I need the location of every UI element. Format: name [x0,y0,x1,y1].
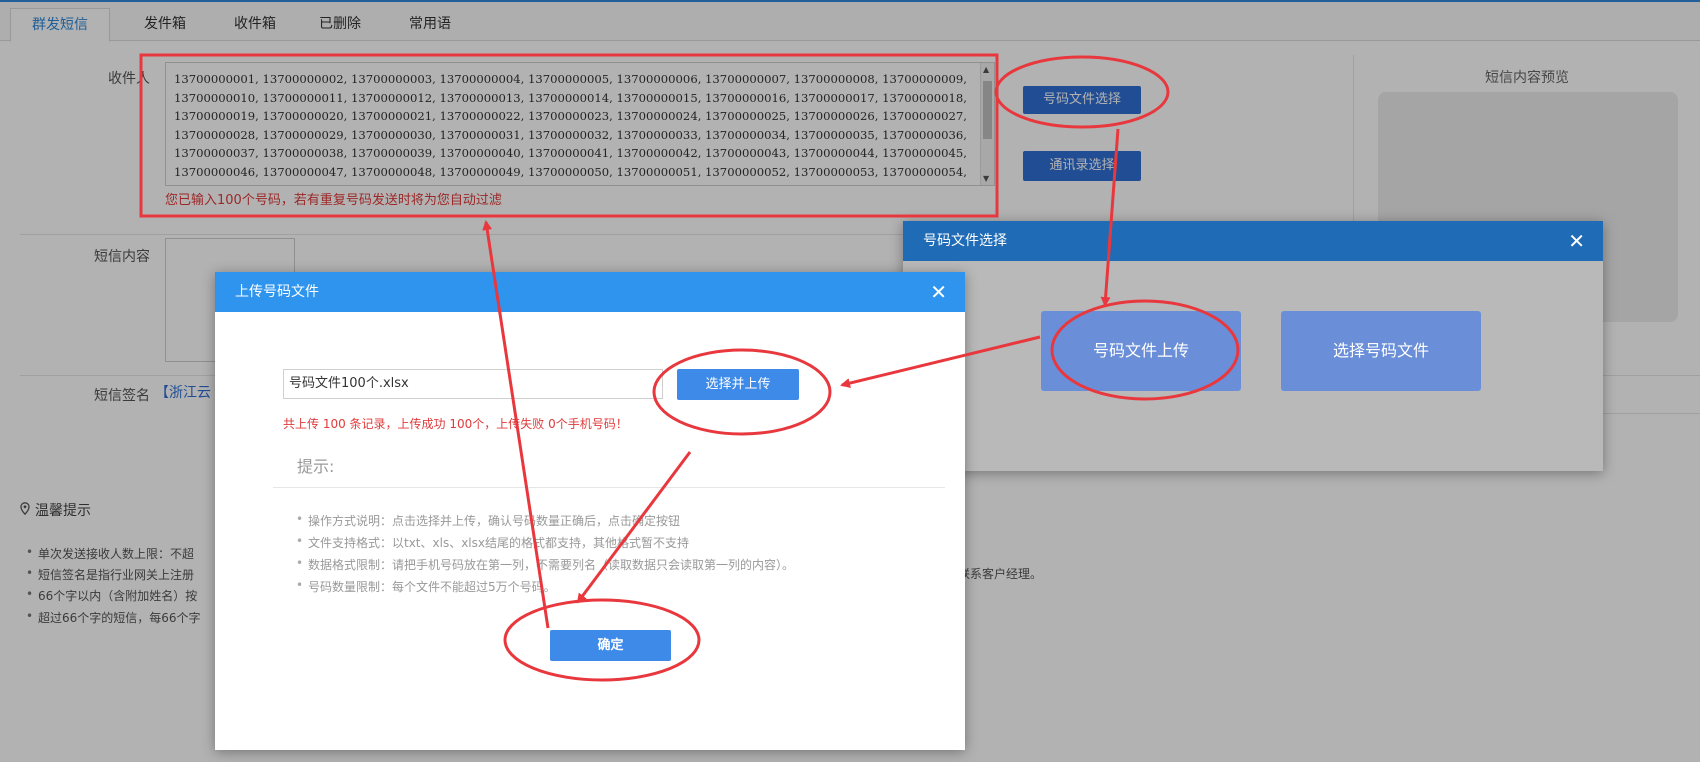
upload-dialog-header: 上传号码文件 ✕ [215,272,965,312]
file-select-dialog: 号码文件选择 ✕ 号码文件上传 选择号码文件 [903,221,1603,471]
upload-result-message: 共上传 100 条记录，上传成功 100个，上传失败 0个手机号码！ [283,417,628,431]
number-file-upload-button[interactable]: 号码文件上传 [1041,311,1241,391]
close-icon[interactable]: ✕ [930,272,947,312]
dialog-title: 上传号码文件 [235,284,319,300]
hint-item: 号码数量限制：每个文件不能超过5万个号码。 [296,578,556,595]
dialog-title: 号码文件选择 [923,233,1007,249]
hint-item: 操作方式说明：点击选择并上传，确认号码数量正确后，点击确定按钮 [296,512,680,529]
confirm-button[interactable]: 确定 [550,630,671,661]
file-name-field[interactable]: 号码文件100个.xlsx [283,369,663,399]
hint-item: 文件支持格式：以txt、xls、xlsx结尾的格式都支持，其他格式暂不支持 [296,534,689,551]
choose-number-file-button[interactable]: 选择号码文件 [1281,311,1481,391]
hint-item: 数据格式限制：请把手机号码放在第一列，不需要列名（读取数据只会读取第一列的内容）… [296,556,794,573]
close-icon[interactable]: ✕ [1568,221,1585,261]
divider [273,487,945,488]
upload-file-dialog: 上传号码文件 ✕ 号码文件100个.xlsx 选择并上传 共上传 100 条记录… [215,272,965,750]
select-and-upload-button[interactable]: 选择并上传 [677,369,799,400]
file-select-dialog-header: 号码文件选择 ✕ [903,221,1603,261]
hint-title: 提示: [297,457,335,476]
